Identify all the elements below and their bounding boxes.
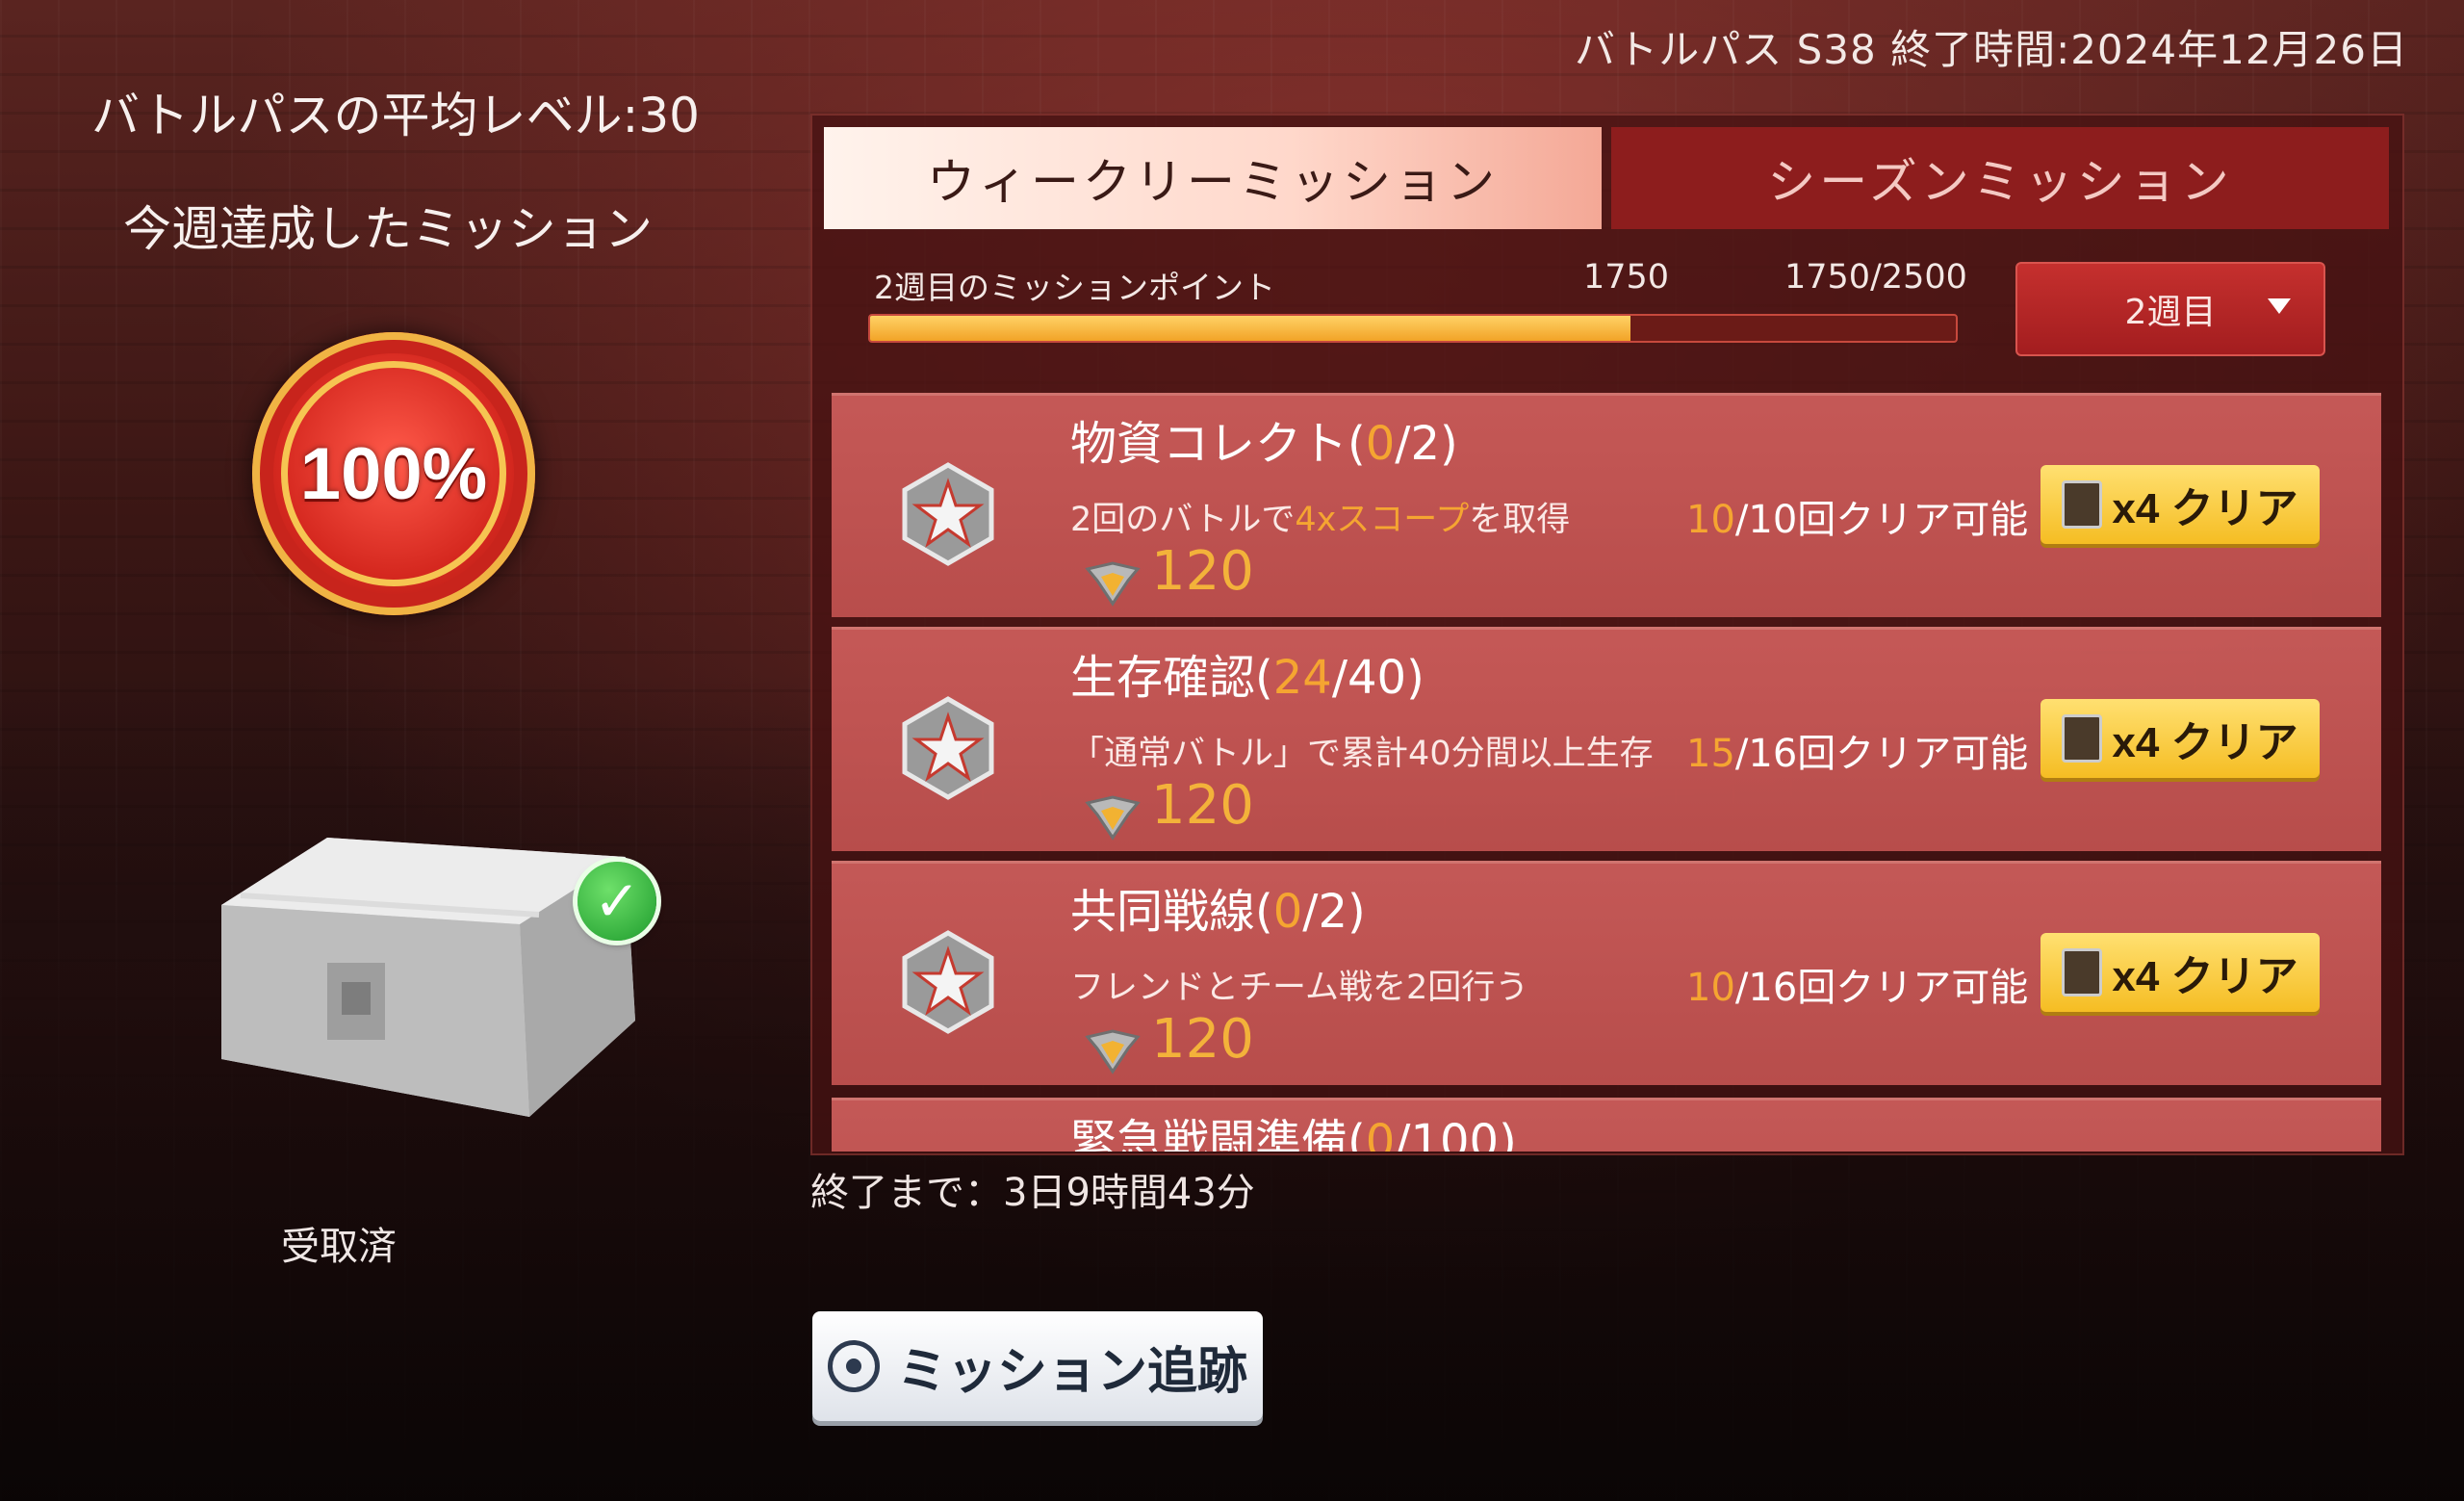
time-remaining: 終了まで：3日9時間43分 [810,1171,1255,1215]
mission-points-total: 1750/2500 [1784,258,1967,297]
clear-button[interactable]: x4 クリア [2040,465,2320,544]
mission-track-button[interactable]: ミッション追跡 [812,1311,1263,1421]
mission-reward-points: 120 [1151,1008,1254,1071]
mission-title: 緊急戦闘準備(0/100) [1070,1115,1517,1152]
progress-ring [281,361,506,586]
mission-reward-points: 120 [1151,774,1254,837]
week-select-value: 2週目 [2124,293,2217,332]
week-select-dropdown[interactable]: 2週目 [2015,262,2325,356]
mission-title: 生存確認(24/40) [1070,651,1424,705]
clear-button[interactable]: x4 クリア [2040,699,2320,778]
mission-points-current: 1750 [1583,258,1670,297]
mission-reward-points: 120 [1151,540,1254,603]
mission-description: 「通常バトル」で累計40分間以上生存 [1070,735,1654,773]
mission-point-icon [1085,795,1141,841]
chest-status-label: 受取済 [281,1225,397,1269]
mission-point-icon [1085,561,1141,607]
mission-clear-count: 10/10回クリア可能 [1686,498,2029,542]
tab-weekly-missions[interactable]: ウィークリーミッション [824,127,1602,229]
mission-points-label: 2週目のミッションポイント [874,269,1275,306]
mission-description: フレンドとチーム戦を2回行う [1070,969,1529,1007]
received-check-icon: ✓ [578,862,656,941]
mission-clear-count: 15/16回クリア可能 [1686,732,2029,776]
mission-star-emblem-icon [902,930,994,1034]
mission-star-emblem-icon [902,696,994,800]
target-icon [827,1340,880,1392]
mission-point-icon [1085,1029,1141,1074]
clear-button[interactable]: x4 クリア [2040,933,2320,1012]
dropdown-arrow-icon [2268,298,2291,314]
clear-card-icon [2062,948,2103,996]
season-info: バトルパス S38 終了時間:2024年12月26日 [1575,26,2408,73]
clear-card-icon [2062,480,2103,529]
mission-points-bar-fill [870,316,1630,341]
mission-title: 共同戦線(0/2) [1070,885,1366,939]
mission-item: 緊急戦闘準備(0/100) [832,1098,2381,1152]
mission-title: 物資コレクト(0/2) [1070,417,1458,471]
mission-star-emblem-icon [902,462,994,566]
weekly-completed-title: 今週達成したミッション [123,201,653,257]
mission-item-background [832,1098,2381,1152]
clear-card-icon [2062,714,2103,763]
weekly-progress-circle: 100% [252,332,535,615]
mission-item: 生存確認(24/40) 「通常バトル」で累計40分間以上生存 120 15/16… [832,627,2381,851]
tab-season-missions[interactable]: シーズンミッション [1611,127,2389,229]
mission-clear-count: 10/16回クリア可能 [1686,966,2029,1010]
mission-item: 共同戦線(0/2) フレンドとチーム戦を2回行う 120 10/16回クリア可能… [832,861,2381,1085]
mission-item: 物資コレクト(0/2) 2回のバトルで4xスコープを取得 120 10/10回ク… [832,393,2381,617]
mission-track-label: ミッション追跡 [896,1342,1247,1401]
reward-chest-icon[interactable] [183,818,664,1136]
mission-description: 2回のバトルで4xスコープを取得 [1070,501,1571,539]
battlepass-average-level: バトルパスの平均レベル:30 [91,88,700,143]
mission-points-bar [868,314,1958,343]
